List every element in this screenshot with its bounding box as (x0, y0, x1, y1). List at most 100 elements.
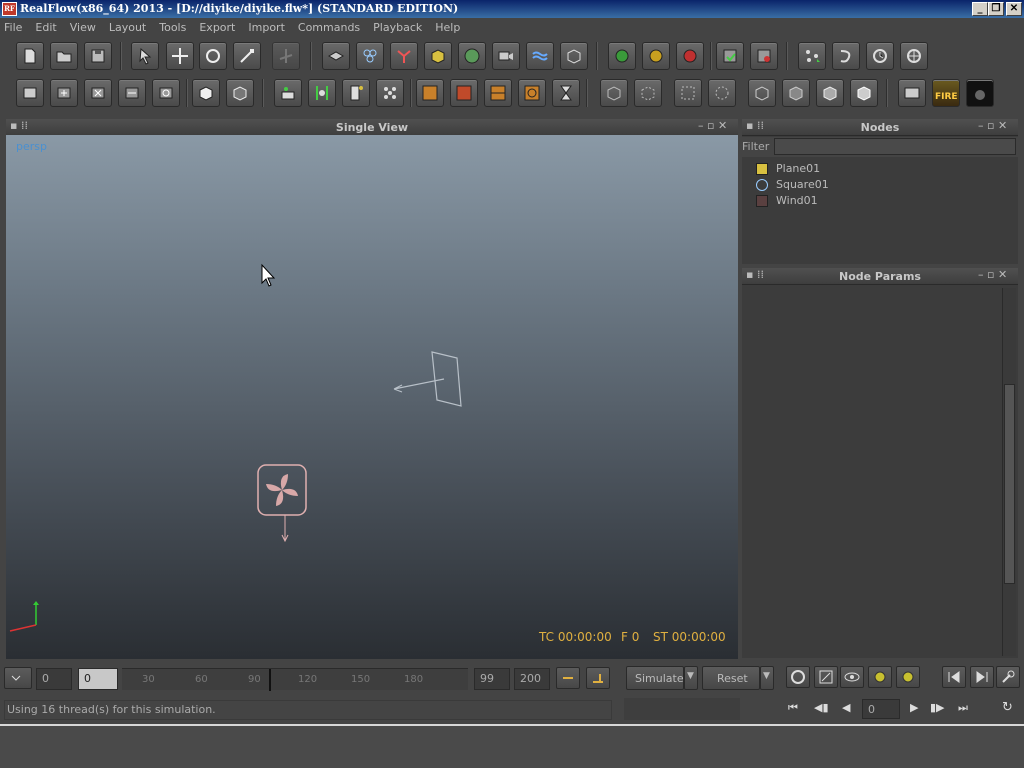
layout-button-1[interactable] (16, 79, 44, 107)
select-tool-button[interactable] (131, 42, 159, 70)
gear-option-button-2[interactable] (896, 666, 920, 688)
dots-tool-button[interactable] (376, 79, 404, 107)
first-frame-button[interactable]: ⏮ (788, 701, 798, 715)
sim-option-button-2[interactable] (814, 666, 838, 688)
simulate-dropdown[interactable]: ▼ (684, 666, 698, 690)
panel-window-controls[interactable]: – ▫ ✕ (978, 268, 1007, 281)
layout-button-3[interactable] (84, 79, 112, 107)
green-status-button[interactable] (608, 42, 636, 70)
layout-button-2[interactable] (50, 79, 78, 107)
mesh-tool-button[interactable] (274, 79, 302, 107)
menu-edit[interactable]: Edit (35, 21, 56, 34)
menu-commands[interactable]: Commands (298, 21, 360, 34)
add-grid-button[interactable] (560, 42, 588, 70)
add-camera-button[interactable] (492, 42, 520, 70)
end-frame-field[interactable]: 99 (474, 668, 510, 690)
shade-button-2[interactable] (782, 79, 810, 107)
gear-option-button-1[interactable] (868, 666, 892, 688)
menu-view[interactable]: View (70, 21, 96, 34)
view-button-1[interactable] (600, 79, 628, 107)
scale-tool-button[interactable] (233, 42, 261, 70)
script-button-1[interactable] (798, 42, 826, 70)
prev-frame-button[interactable]: ◀ (842, 701, 850, 714)
minimize-button[interactable]: _ (972, 2, 988, 16)
timeline-playhead[interactable] (269, 669, 271, 691)
filter-input[interactable] (774, 138, 1016, 155)
panel-window-controls[interactable]: – ▫ ✕ (978, 119, 1007, 132)
render-button[interactable] (898, 79, 926, 107)
grid-tool-button-2[interactable] (450, 79, 478, 107)
panel-menu-icon[interactable]: ▪ ⁞⁞ (746, 119, 764, 132)
save-scene-button[interactable] (84, 42, 112, 70)
open-scene-button[interactable] (50, 42, 78, 70)
add-emitter-button[interactable] (356, 42, 384, 70)
current-frame-field[interactable]: 0 (78, 668, 118, 690)
range-end-button[interactable] (586, 667, 610, 689)
grid-tool-button-3[interactable] (484, 79, 512, 107)
add-daemon-button[interactable] (390, 42, 418, 70)
menu-export[interactable]: Export (199, 21, 235, 34)
move-tool-button[interactable] (166, 42, 194, 70)
simulate-button[interactable]: Simulate (626, 666, 684, 690)
panel-menu-icon[interactable]: ▪ ⁞⁞ (10, 119, 28, 132)
panel-menu-icon[interactable]: ▪ ⁞⁞ (746, 268, 764, 281)
grid-tool-button-4[interactable] (518, 79, 546, 107)
step-forward-button[interactable] (970, 666, 994, 688)
play-forward-button[interactable]: ▮▶ (930, 701, 945, 714)
view-button-4[interactable] (708, 79, 736, 107)
grid-tool-button-1[interactable] (416, 79, 444, 107)
range-start-button[interactable] (556, 667, 580, 689)
ruler-tool-button[interactable] (342, 79, 370, 107)
script-button-2[interactable] (832, 42, 860, 70)
extra-button[interactable] (966, 79, 994, 107)
frame-input[interactable]: 0 (862, 699, 900, 719)
visibility-button[interactable] (840, 666, 864, 688)
box-tool-button-1[interactable] (192, 79, 220, 107)
red-status-button[interactable] (676, 42, 704, 70)
menu-file[interactable]: File (4, 21, 22, 34)
scrollbar-thumb[interactable] (1004, 384, 1015, 584)
loop-icon[interactable]: ↻ (1002, 700, 1013, 715)
max-frame-field[interactable]: 200 (514, 668, 550, 690)
last-frame-button[interactable]: ⏭ (958, 701, 968, 715)
timer-tool-button[interactable] (552, 79, 580, 107)
export-button[interactable] (716, 42, 744, 70)
maximize-button[interactable]: ❐ (988, 2, 1004, 16)
list-item[interactable]: Square01 (746, 177, 1016, 193)
script-button-4[interactable] (900, 42, 928, 70)
menu-help[interactable]: Help (435, 21, 460, 34)
add-mesh-button[interactable] (458, 42, 486, 70)
rotate-tool-button[interactable] (199, 42, 227, 70)
list-item[interactable]: Wind01 (746, 193, 1016, 209)
layout-button-4[interactable] (118, 79, 146, 107)
reset-dropdown[interactable]: ▼ (760, 666, 774, 690)
panel-window-controls[interactable]: – ▫ ✕ (698, 119, 727, 132)
next-frame-button[interactable]: ▶ (910, 701, 918, 714)
view-button-3[interactable] (674, 79, 702, 107)
axis-button[interactable] (272, 42, 300, 70)
3d-viewport[interactable]: persp TC 00:00:00 F 0 ST 00:00:00 (6, 135, 738, 659)
shade-button-1[interactable] (748, 79, 776, 107)
box-tool-button-2[interactable] (226, 79, 254, 107)
reset-button[interactable]: Reset (702, 666, 760, 690)
menu-tools[interactable]: Tools (159, 21, 186, 34)
particles-tool-button[interactable] (308, 79, 336, 107)
list-item[interactable]: Plane01 (746, 161, 1016, 177)
timeline-track[interactable]: 30 60 90 120 150 180 (122, 668, 468, 691)
add-wave-button[interactable] (526, 42, 554, 70)
export-off-button[interactable] (750, 42, 778, 70)
script-button-3[interactable] (866, 42, 894, 70)
menu-import[interactable]: Import (248, 21, 285, 34)
shade-button-4[interactable] (850, 79, 878, 107)
play-back-button[interactable]: ◀▮ (814, 701, 829, 714)
add-cube-button[interactable] (424, 42, 452, 70)
menu-playback[interactable]: Playback (373, 21, 422, 34)
timeline-menu-button[interactable] (4, 667, 32, 689)
new-scene-button[interactable] (16, 42, 44, 70)
sim-option-button-1[interactable] (786, 666, 810, 688)
shade-button-3[interactable] (816, 79, 844, 107)
start-frame-field[interactable]: 0 (36, 668, 72, 690)
view-button-2[interactable] (634, 79, 662, 107)
step-back-button[interactable] (942, 666, 966, 688)
menu-layout[interactable]: Layout (109, 21, 146, 34)
